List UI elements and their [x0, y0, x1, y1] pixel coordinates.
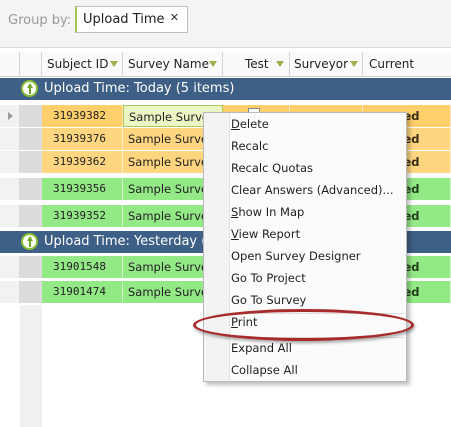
row-gutter — [20, 105, 42, 127]
column-header-label: Test — [245, 57, 269, 71]
menu-item-view-report[interactable]: View Report — [231, 224, 300, 245]
menu-item-show-in-map[interactable]: Show In Map — [231, 202, 304, 223]
column-header-subject-id[interactable]: Subject ID — [42, 52, 123, 77]
row-gutter — [20, 128, 42, 150]
row-gutter — [20, 205, 42, 227]
group-row-label: Upload Time: Yesterday (2 — [44, 234, 215, 249]
menu-item-collapse-all[interactable]: Collapse All — [231, 360, 298, 381]
menu-item-label: iew Report — [238, 227, 301, 241]
group-by-chip-label: Upload Time — [83, 12, 165, 27]
column-header-survey-name[interactable]: Survey Name — [123, 52, 223, 77]
row-indicator — [0, 178, 20, 200]
menu-item-label: Recalc — [231, 139, 269, 153]
column-header-label: Survey Name — [128, 57, 209, 71]
column-header-surveyor[interactable]: Surveyor — [290, 52, 363, 77]
menu-item-accelerator: V — [231, 227, 239, 241]
menu-item-open-survey-designer[interactable]: Open Survey Designer — [231, 246, 361, 267]
subject-id-cell[interactable]: 31939362 — [42, 151, 123, 173]
filter-icon[interactable] — [110, 61, 118, 67]
menu-item-label: Collapse All — [231, 363, 298, 377]
row-gutter — [20, 305, 42, 427]
grid-header: Subject ID Survey Name Test Surveyor Cur… — [0, 52, 451, 96]
subject-id-cell[interactable]: 31939356 — [42, 178, 123, 200]
header-indicator-cell — [0, 52, 20, 77]
row-indicator — [0, 256, 20, 278]
menu-item-label: Open Survey Designer — [231, 249, 361, 263]
header-gutter-cell — [20, 52, 42, 77]
column-header-current-status[interactable]: Current Status — [363, 52, 451, 96]
collapse-group-icon[interactable] — [21, 233, 38, 250]
subject-id-cell[interactable]: 31939352 — [42, 205, 123, 227]
row-gutter — [20, 178, 42, 200]
menu-item-label: Go To Project — [231, 271, 306, 285]
subject-id-cell[interactable]: 31901474 — [42, 281, 123, 303]
subject-id-cell[interactable]: 31939382 — [42, 105, 123, 127]
menu-item-go-to-project[interactable]: Go To Project — [231, 268, 306, 289]
subject-id-cell[interactable]: 31939376 — [42, 128, 123, 150]
row-gutter — [20, 281, 42, 303]
current-row-arrow-icon — [8, 112, 13, 120]
row-indicator — [0, 151, 20, 173]
group-by-chip-upload-time[interactable]: Upload Time ✕ — [75, 6, 188, 33]
collapse-group-icon[interactable] — [21, 80, 38, 97]
menu-item-go-to-survey[interactable]: Go To Survey — [231, 290, 306, 311]
group-row-today[interactable]: Upload Time: Today (5 items) — [0, 78, 451, 100]
row-indicator — [0, 128, 20, 150]
menu-item-delete[interactable]: Delete — [231, 114, 269, 135]
menu-item-label: Recalc Quotas — [231, 161, 314, 175]
menu-item-label: Expand All — [231, 341, 292, 355]
row-gutter — [20, 151, 42, 173]
row-indicator — [0, 281, 20, 303]
column-header-label: Surveyor — [294, 57, 349, 71]
column-header-label: Subject ID — [47, 57, 109, 71]
menu-item-expand-all[interactable]: Expand All — [231, 338, 292, 359]
menu-icon-column — [204, 113, 230, 381]
menu-item-recalc[interactable]: Recalc — [231, 136, 268, 157]
menu-item-label: Clear Answers (Advanced)... — [231, 183, 394, 197]
menu-item-label: how In Map — [238, 205, 305, 219]
row-gutter — [20, 256, 42, 278]
menu-item-accelerator: D — [231, 117, 240, 131]
column-header-test[interactable]: Test — [223, 52, 290, 77]
filter-icon[interactable] — [209, 61, 217, 67]
group-by-label: Group by: — [8, 13, 72, 28]
menu-item-clear-answers[interactable]: Clear Answers (Advanced)... — [231, 180, 393, 201]
close-icon[interactable]: ✕ — [170, 11, 179, 24]
row-indicator — [0, 205, 20, 227]
filter-icon[interactable] — [276, 61, 284, 67]
subject-id-cell[interactable]: 31901548 — [42, 256, 123, 278]
group-by-panel: Group by: Upload Time ✕ — [0, 0, 451, 48]
group-row-label: Upload Time: Today (5 items) — [44, 81, 235, 96]
menu-item-recalc-quotas[interactable]: Recalc Quotas — [231, 158, 313, 179]
highlight-oval-annotation — [193, 309, 414, 341]
menu-item-label: Go To Survey — [231, 293, 307, 307]
context-menu: Delete Recalc Recalc Quotas Clear Answer… — [203, 112, 407, 382]
row-indicator — [0, 105, 20, 127]
menu-item-label: elete — [239, 117, 269, 131]
filter-icon[interactable] — [350, 61, 358, 67]
